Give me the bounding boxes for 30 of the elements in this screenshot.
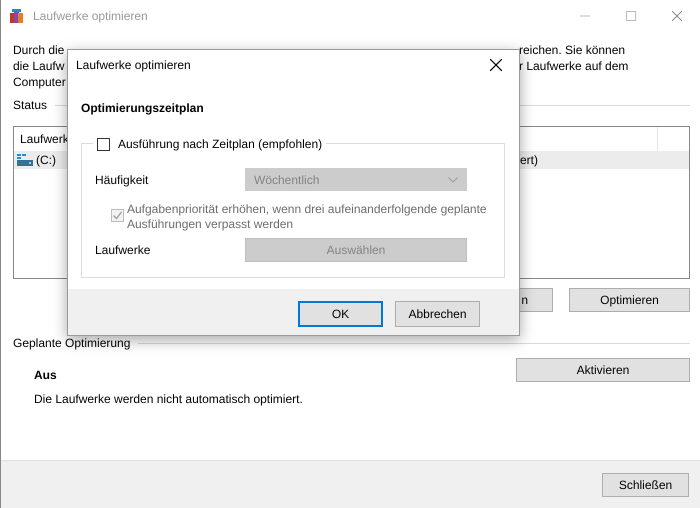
close-icon: [672, 11, 682, 21]
section-label: Status: [13, 97, 48, 114]
dialog-heading: Optimierungszeitplan: [81, 100, 205, 117]
field-label: Laufwerke: [95, 242, 150, 259]
dialog-title: Laufwerke optimieren: [76, 56, 191, 74]
caret-icon: [448, 176, 458, 182]
cancel-button[interactable]: Abbrechen: [395, 301, 480, 327]
drive-status: ert): [520, 153, 538, 167]
schedule-state: Aus: [34, 367, 58, 384]
ok-button[interactable]: OK: [298, 301, 383, 327]
description-text: reichen. Sie können: [519, 42, 626, 58]
activate-button[interactable]: Aktivieren: [516, 358, 690, 382]
window-title: Laufwerke optimieren: [33, 8, 148, 25]
close-icon: [490, 58, 502, 70]
schedule-checkbox[interactable]: Ausführung nach Zeitplan (empfohlen): [93, 135, 326, 153]
drive-icon: [17, 154, 33, 166]
section-label: Geplante Optimierung: [13, 335, 130, 352]
description-text: Computer: [13, 74, 66, 90]
drive-name: (C:): [36, 152, 56, 169]
app-icon: [9, 8, 25, 24]
maximize-icon: [626, 11, 636, 21]
checkmark-icon: [112, 210, 123, 221]
schedule-description: Die Laufwerke werden nicht automatisch optimiert.: [34, 391, 303, 408]
optimize-button[interactable]: Optimieren: [569, 288, 690, 312]
column-header[interactable]: Laufwerk: [20, 132, 69, 146]
description-text: Durch die: [13, 42, 64, 58]
close-window-button[interactable]: Schließen: [602, 472, 689, 496]
field-label: Häufigkeit: [95, 172, 148, 188]
description-text: r Laufwerke auf dem: [519, 58, 628, 74]
description-text: die Laufw: [13, 58, 64, 74]
